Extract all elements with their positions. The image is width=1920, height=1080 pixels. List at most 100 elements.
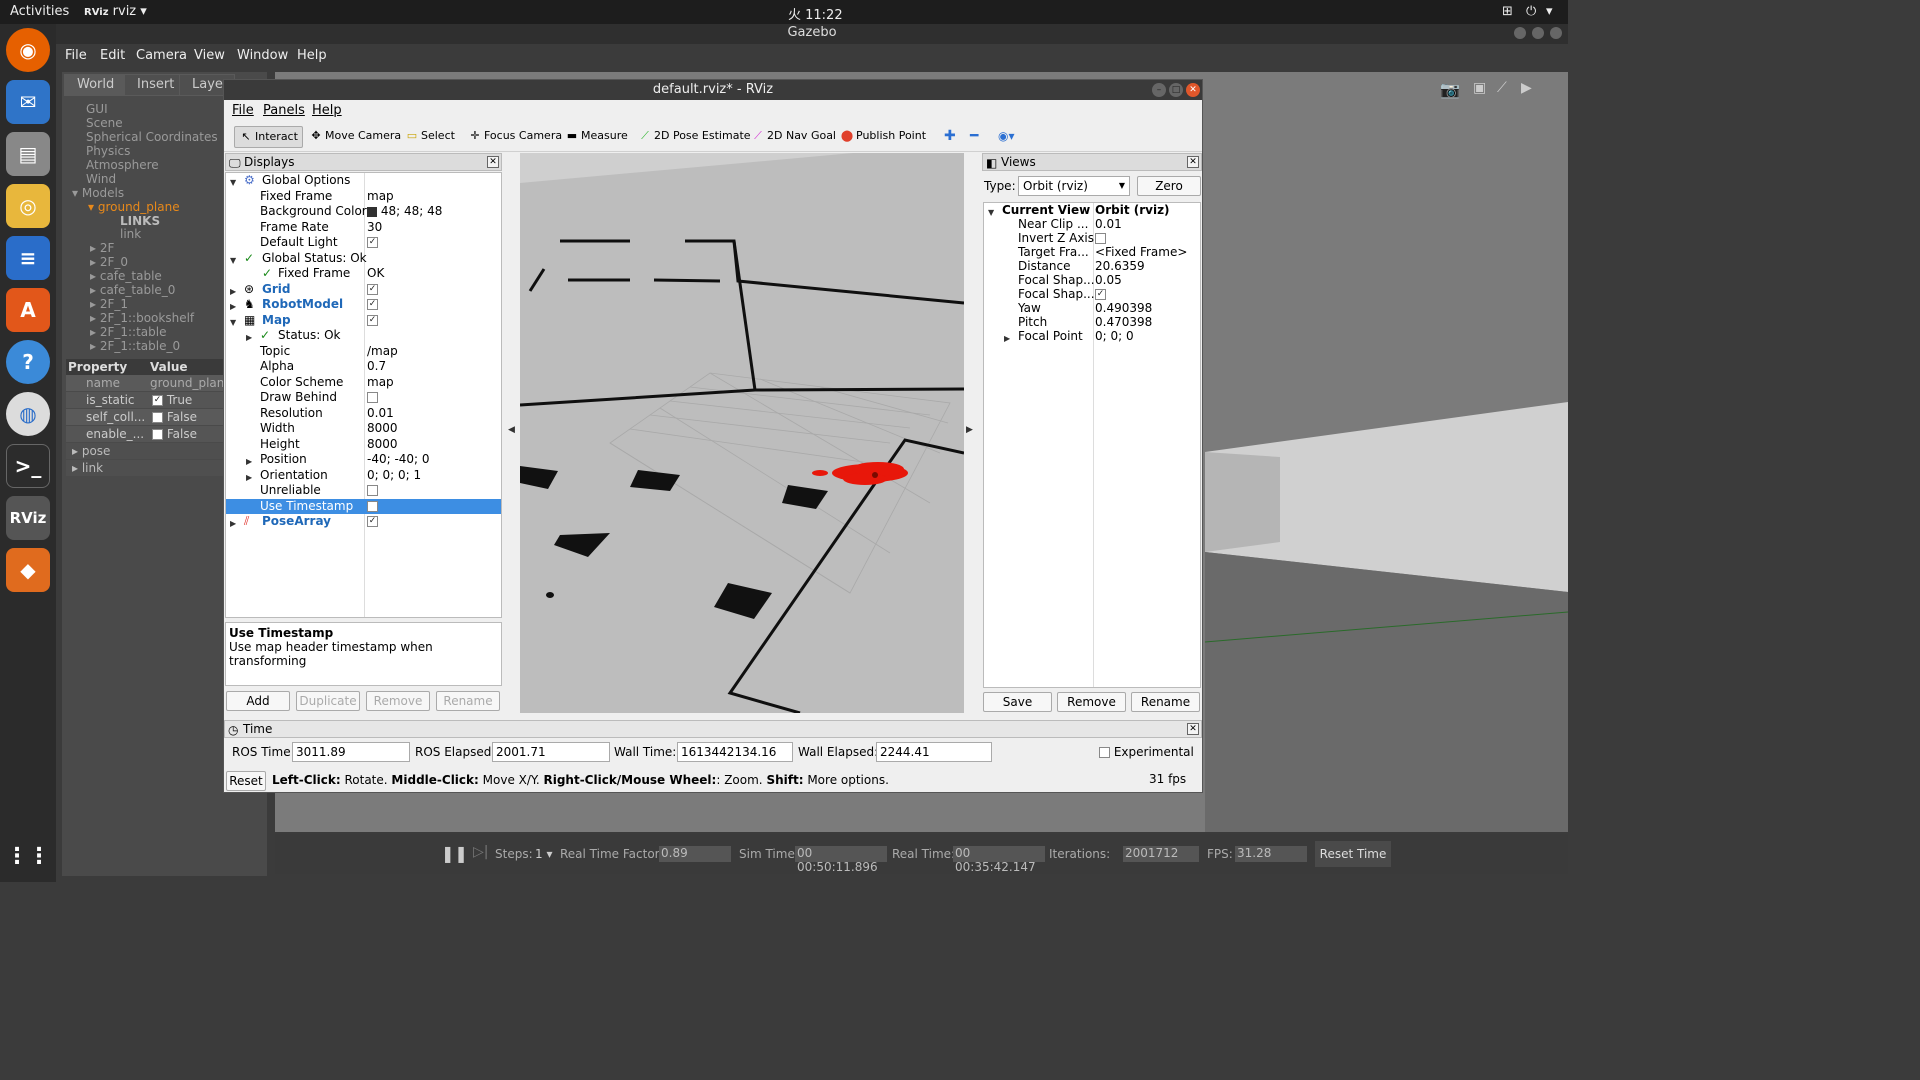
world-item[interactable]: Spherical Coordinates: [86, 130, 218, 144]
world-item[interactable]: Atmosphere: [86, 158, 159, 172]
tree-row[interactable]: Frame Rate 30: [226, 220, 501, 236]
collapse-left-icon[interactable]: ◀: [508, 425, 515, 435]
gz-menu-help[interactable]: Help: [297, 48, 327, 63]
tree-row-grid[interactable]: ▶ ⊛ Grid ✓: [226, 282, 501, 298]
rviz-3d-viewport[interactable]: [520, 153, 964, 713]
checkbox[interactable]: [1099, 747, 1110, 758]
save-view-button[interactable]: Save: [983, 692, 1052, 712]
gz-menu-file[interactable]: File: [65, 48, 87, 63]
menu-help[interactable]: Help: [312, 103, 342, 118]
tool-publish-point[interactable]: ⬤ Publish Point: [836, 126, 930, 148]
plot-icon[interactable]: ⟋: [1497, 80, 1507, 96]
tool-properties-icon[interactable]: ◉▾: [994, 126, 1019, 148]
close-icon[interactable]: [1550, 27, 1562, 39]
record-icon[interactable]: ▣: [1473, 80, 1486, 96]
tool-measure[interactable]: ▬ Measure: [561, 126, 632, 148]
add-button[interactable]: Add: [226, 691, 290, 711]
prop-row-self-collide[interactable]: self_coll... False: [66, 409, 226, 425]
prop-row-pose[interactable]: ▸ pose: [66, 443, 226, 459]
thunderbird-icon[interactable]: ✉: [6, 80, 50, 124]
color-swatch[interactable]: [367, 206, 377, 217]
tree-row[interactable]: Color Scheme map: [226, 375, 501, 391]
menu-file[interactable]: File: [232, 103, 254, 118]
model-item[interactable]: ▸ 2F: [90, 241, 114, 255]
duplicate-button[interactable]: Duplicate: [296, 691, 360, 711]
tool-move-camera[interactable]: ✥ Move Camera: [305, 126, 405, 148]
model-item[interactable]: ▸ 2F_1::table_0: [90, 339, 180, 353]
firefox-icon[interactable]: ◉: [6, 28, 50, 72]
camera-icon[interactable]: 📷: [1440, 80, 1460, 99]
tree-row[interactable]: ▶ ✓ Status: Ok: [226, 328, 501, 344]
checkbox[interactable]: ✓: [367, 283, 378, 295]
remove-button[interactable]: Remove: [366, 691, 430, 711]
rviz-icon[interactable]: RViz: [6, 496, 50, 540]
rename-button[interactable]: Rename: [436, 691, 500, 711]
checkbox[interactable]: ✓: [1095, 289, 1106, 300]
tree-row[interactable]: ✓ Fixed Frame OK: [226, 266, 501, 282]
tree-row[interactable]: ▶ Orientation 0; 0; 0; 1: [226, 468, 501, 484]
close-icon[interactable]: ✕: [1187, 156, 1199, 168]
files-icon[interactable]: ▤: [6, 132, 50, 176]
help-icon[interactable]: ?: [6, 340, 50, 384]
model-item[interactable]: ▸ 2F_0: [90, 255, 128, 269]
tree-row[interactable]: Width 8000: [226, 421, 501, 437]
step-icon[interactable]: ▷|: [473, 844, 488, 860]
checkbox[interactable]: ✓: [367, 237, 378, 248]
maximize-icon[interactable]: □: [1169, 83, 1183, 97]
chevron-down-icon[interactable]: ▾: [1546, 4, 1553, 19]
chevron-right-icon[interactable]: ▶: [230, 516, 236, 531]
show-apps-icon[interactable]: ⋮⋮: [6, 834, 50, 878]
chevron-right-icon[interactable]: ▶: [1004, 331, 1010, 346]
network-icon[interactable]: ⊞: [1502, 4, 1513, 19]
prop-row-name[interactable]: name ground_plane: [66, 375, 226, 391]
tree-row[interactable]: Alpha 0.7: [226, 359, 501, 375]
tree-row-map[interactable]: ▼ ▦ Map ✓: [226, 313, 501, 329]
tool-focus-camera[interactable]: ✛ Focus Camera: [464, 126, 566, 148]
tree-row-robotmodel[interactable]: ▶ ♞ RobotModel ✓: [226, 297, 501, 313]
clock[interactable]: 火 11:22: [788, 4, 843, 23]
checkbox[interactable]: [367, 485, 378, 496]
gz-menu-window[interactable]: Window: [237, 48, 288, 63]
tree-row[interactable]: Background Color 48; 48; 48: [226, 204, 501, 220]
checkbox[interactable]: ✓: [152, 395, 163, 406]
gz-menu-edit[interactable]: Edit: [100, 48, 125, 63]
view-type-select[interactable]: Orbit (rviz) ▼: [1018, 176, 1130, 196]
tree-row[interactable]: Fixed Frame map: [226, 189, 501, 205]
collapse-right-icon[interactable]: ▶: [966, 425, 973, 435]
tree-row[interactable]: Resolution 0.01: [226, 406, 501, 422]
pause-icon[interactable]: ❚❚: [441, 844, 468, 863]
maximize-icon[interactable]: [1532, 27, 1544, 39]
world-item[interactable]: GUI: [86, 102, 108, 116]
tree-row[interactable]: Draw Behind: [226, 390, 501, 406]
zero-button[interactable]: Zero: [1137, 176, 1201, 196]
tree-row-global-options[interactable]: ▼ ⚙ Global Options: [226, 173, 501, 189]
world-item[interactable]: Physics: [86, 144, 130, 158]
reset-button[interactable]: Reset: [226, 771, 266, 791]
tree-row-selected[interactable]: Use Timestamp: [226, 498, 501, 514]
checkbox[interactable]: [152, 429, 163, 440]
model-item[interactable]: ▸ 2F_1::bookshelf: [90, 311, 194, 325]
rhythmbox-icon[interactable]: ◎: [6, 184, 50, 228]
steps-spinner[interactable]: 1 ▾: [535, 847, 552, 861]
world-item[interactable]: Scene: [86, 116, 123, 130]
minimize-icon[interactable]: –: [1152, 83, 1166, 97]
model-item[interactable]: ▸ 2F_1: [90, 297, 128, 311]
prop-row-enable-wind[interactable]: enable_... False: [66, 426, 226, 442]
tree-row[interactable]: Topic/map: [226, 344, 501, 360]
tool-2d-nav-goal[interactable]: ⟋ 2D Nav Goal: [747, 126, 840, 148]
software-center-icon[interactable]: A: [6, 288, 50, 332]
wall-time-field[interactable]: 1613442134.16: [677, 742, 793, 762]
tab-insert[interactable]: Insert: [124, 74, 188, 96]
close-icon[interactable]: ✕: [1186, 83, 1200, 97]
model-item[interactable]: ▸ 2F_1::table: [90, 325, 167, 339]
remove-view-button[interactable]: Remove: [1057, 692, 1126, 712]
model-selected[interactable]: ▾ ground_plane: [88, 200, 180, 214]
model-item[interactable]: ▸ cafe_table_0: [90, 283, 175, 297]
reset-time-button[interactable]: Reset Time: [1315, 841, 1391, 867]
world-item-models[interactable]: ▾ Models: [72, 186, 124, 200]
checkbox[interactable]: ✓: [367, 299, 378, 310]
close-icon[interactable]: ✕: [1187, 723, 1199, 735]
video-icon[interactable]: ▶: [1521, 80, 1532, 96]
world-item[interactable]: Wind: [86, 172, 116, 186]
app-menu[interactable]: RViz rviz ▾: [84, 4, 147, 19]
